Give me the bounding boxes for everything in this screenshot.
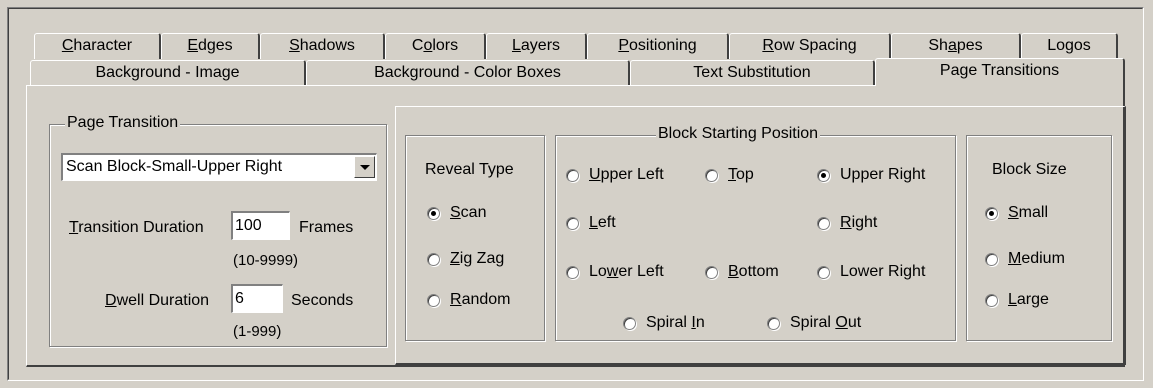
tab-logos[interactable]: Logos: [1021, 33, 1118, 59]
tab-character[interactable]: Character: [34, 33, 161, 59]
transition-type-select[interactable]: Scan Block-Small-Upper Right: [61, 153, 377, 181]
size-large-radio[interactable]: Large: [985, 291, 1049, 309]
tab-label: Shapes: [928, 37, 983, 54]
transition-duration-label: Transition Duration: [69, 219, 204, 236]
radio-label: Medium: [1008, 250, 1065, 267]
start-upper-left-radio[interactable]: Upper Left: [566, 166, 664, 184]
radio-label: Small: [1008, 204, 1049, 221]
dwell-duration-range: (1-999): [233, 323, 282, 340]
tab-edges[interactable]: Edges: [161, 33, 260, 59]
radio-label: Left: [589, 214, 616, 231]
tab-background-color-boxes[interactable]: Background - Color Boxes: [306, 60, 630, 86]
radio-label: Upper Left: [589, 166, 664, 183]
block-size-label: Block Size: [992, 161, 1067, 178]
dwell-duration-input[interactable]: [231, 284, 283, 313]
radio-label: Upper Right: [840, 166, 926, 183]
tab-label: Edges: [187, 37, 233, 54]
radio-indicator: [566, 168, 579, 182]
tab-label: Logos: [1047, 37, 1091, 54]
radio-indicator: [817, 168, 830, 182]
tab-label: Character: [61, 37, 133, 54]
page-transition-group-label: Page Transition: [65, 114, 181, 132]
start-upper-right-radio[interactable]: Upper Right: [817, 166, 925, 184]
radio-indicator: [817, 265, 830, 279]
tab-row-spacing[interactable]: Row Spacing: [729, 33, 891, 59]
reveal-type-label: Reveal Type: [425, 161, 514, 178]
tab-label: Row Spacing: [762, 37, 857, 54]
radio-indicator: [817, 216, 830, 230]
radio-label: Lower Right: [840, 263, 926, 280]
chevron-down-icon[interactable]: [354, 156, 375, 178]
tab-label: Page Transitions: [939, 62, 1060, 79]
tab-layers[interactable]: Layers: [486, 33, 587, 59]
tab-label: Shadows: [289, 37, 355, 54]
tab-label: Layers: [511, 37, 561, 54]
radio-indicator: [566, 265, 579, 279]
block-start-group-label: Block Starting Position: [656, 125, 821, 143]
radio-indicator: [623, 316, 636, 330]
transition-duration-unit: Frames: [299, 219, 354, 236]
radio-indicator: [985, 252, 998, 266]
radio-indicator: [566, 216, 579, 230]
radio-indicator: [705, 265, 718, 279]
start-right-radio[interactable]: Right: [817, 214, 877, 232]
radio-indicator: [985, 206, 998, 220]
tab-label: Background - Color Boxes: [374, 64, 561, 81]
transition-duration-input[interactable]: [231, 211, 290, 240]
start-spiral-in-radio[interactable]: Spiral In: [623, 314, 705, 332]
start-spiral-out-radio[interactable]: Spiral Out: [767, 314, 861, 332]
radio-indicator: [427, 206, 440, 220]
start-top-radio[interactable]: Top: [705, 166, 754, 184]
radio-label: Zig Zag: [450, 250, 505, 267]
tab-label: Background - Image: [95, 64, 240, 81]
radio-indicator: [705, 168, 718, 182]
tab-label: Colors: [411, 37, 459, 54]
tab-page-transitions[interactable]: Page Transitions: [875, 58, 1125, 86]
reveal-random-radio[interactable]: Random: [427, 291, 510, 309]
tab-colors[interactable]: Colors: [385, 33, 486, 59]
reveal-scan-radio[interactable]: Scan: [427, 204, 486, 222]
dwell-duration-label: Dwell Duration: [105, 292, 210, 309]
radio-label: Spiral In: [646, 314, 705, 331]
dwell-duration-unit: Seconds: [291, 292, 354, 309]
tab-label: Text Substitution: [693, 64, 811, 81]
size-medium-radio[interactable]: Medium: [985, 250, 1065, 268]
tab-positioning[interactable]: Positioning: [587, 33, 729, 59]
start-lower-left-radio[interactable]: Lower Left: [566, 263, 664, 281]
size-small-radio[interactable]: Small: [985, 204, 1048, 222]
transition-duration-range: (10-9999): [233, 252, 299, 269]
transition-type-value: Scan Block-Small-Upper Right: [66, 158, 283, 175]
radio-label: Right: [840, 214, 878, 231]
radio-indicator: [985, 293, 998, 307]
radio-label: Lower Left: [589, 263, 664, 280]
start-bottom-radio[interactable]: Bottom: [705, 263, 779, 281]
radio-indicator: [427, 252, 440, 266]
radio-label: Random: [450, 291, 511, 308]
tab-shadows[interactable]: Shadows: [260, 33, 385, 59]
tab-label: Positioning: [618, 37, 697, 54]
tab-shapes[interactable]: Shapes: [891, 33, 1021, 59]
radio-label: Bottom: [728, 263, 779, 280]
radio-indicator: [427, 293, 440, 307]
radio-label: Spiral Out: [790, 314, 862, 331]
radio-label: Scan: [450, 204, 487, 221]
radio-label: Top: [728, 166, 754, 183]
reveal-zigzag-radio[interactable]: Zig Zag: [427, 250, 504, 268]
tab-background-image[interactable]: Background - Image: [30, 60, 306, 86]
tab-text-substitution[interactable]: Text Substitution: [630, 60, 875, 86]
start-left-radio[interactable]: Left: [566, 214, 616, 232]
start-lower-right-radio[interactable]: Lower Right: [817, 263, 925, 281]
radio-label: Large: [1008, 291, 1049, 308]
radio-indicator: [767, 316, 780, 330]
